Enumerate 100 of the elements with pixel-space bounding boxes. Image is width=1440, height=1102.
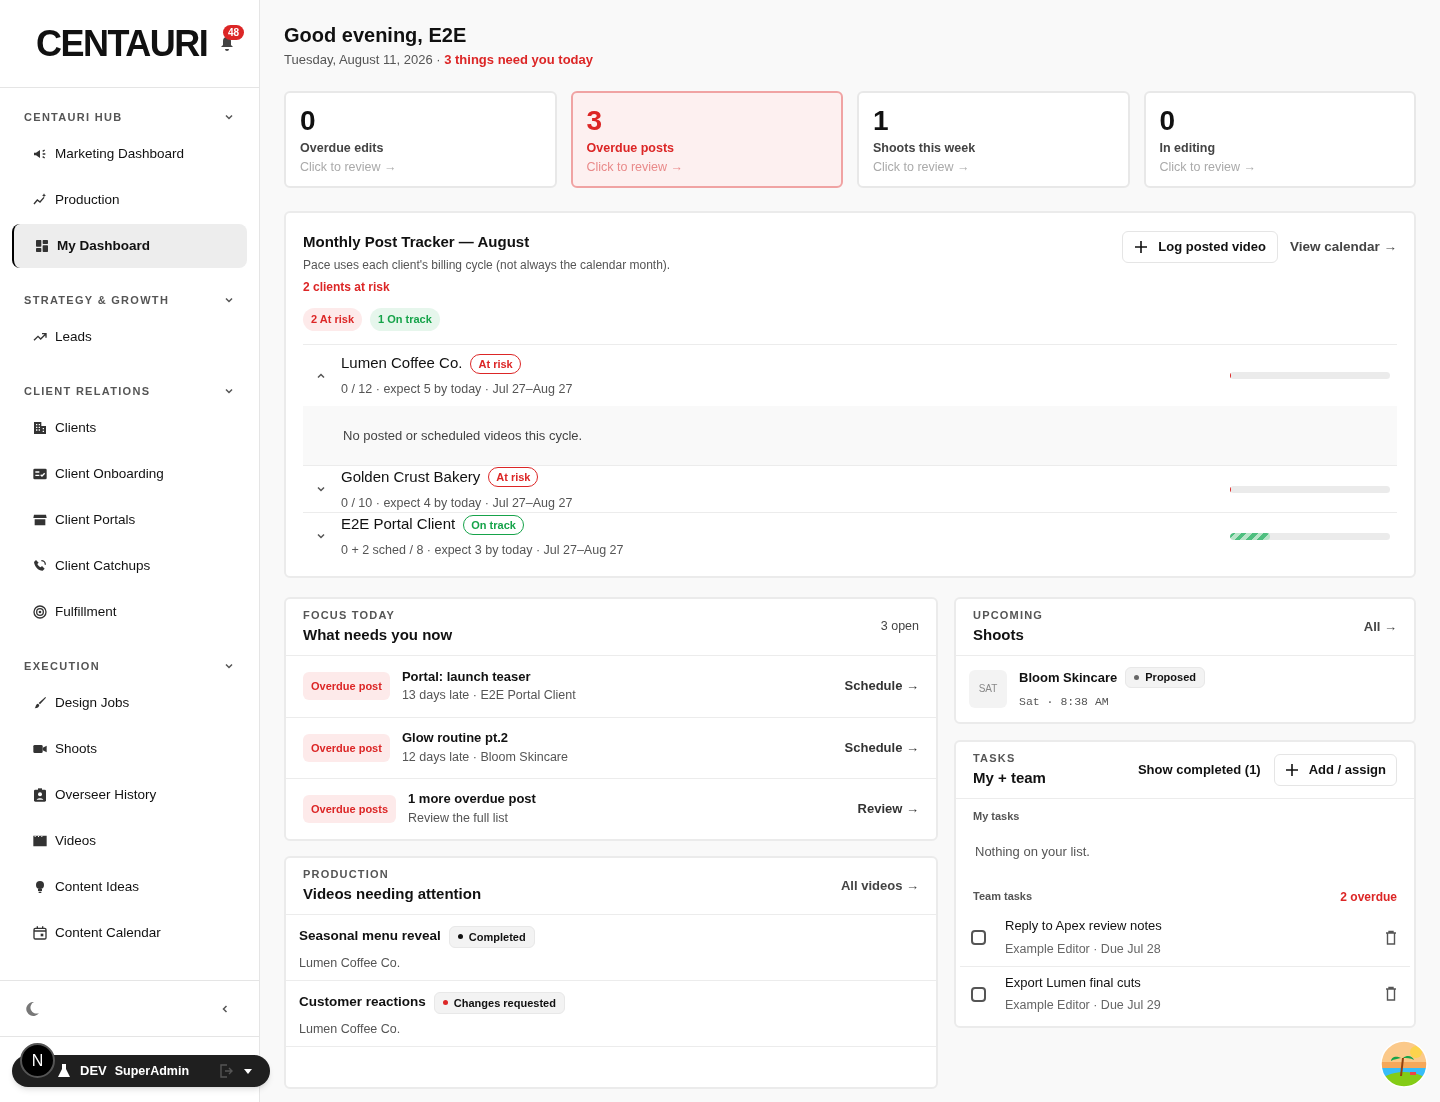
focus-title[interactable]: 1 more overdue post — [408, 789, 858, 809]
stat-card[interactable]: 1 Shoots this week Click to review → — [857, 90, 1130, 188]
stat-card[interactable]: 0 In editing Click to review → — [1143, 90, 1416, 188]
task-checkbox[interactable] — [971, 986, 986, 1002]
nav-item[interactable]: Content Ideas — [12, 865, 247, 909]
video-client: Lumen Coffee Co. — [299, 1020, 402, 1038]
nav-item[interactable]: Videos — [12, 819, 247, 863]
overdue-tag: Overdue post — [303, 672, 390, 700]
overdue-tag: Overdue post — [303, 733, 390, 762]
moon-icon[interactable] — [24, 1000, 40, 1017]
nav-item[interactable]: Overseer History — [12, 773, 247, 817]
trash-icon[interactable] — [1383, 986, 1399, 1002]
nav-item[interactable]: Fulfillment — [12, 590, 247, 634]
clapperboard-icon — [32, 833, 48, 849]
checklist-icon — [32, 466, 48, 482]
stat-value: 0 — [300, 104, 317, 137]
stat-label: Overdue posts — [586, 139, 676, 157]
building-icon — [32, 420, 48, 436]
shoot-client[interactable]: Bloom Skincare — [1019, 667, 1118, 688]
video-title[interactable]: Customer reactions — [299, 992, 426, 1013]
nav-item[interactable]: Production — [12, 178, 247, 222]
nav-item[interactable]: Content Calendar — [12, 911, 247, 955]
stat-card[interactable]: 3 Overdue posts Click to review → — [570, 90, 843, 188]
empty-note: No posted or scheduled videos this cycle. — [343, 426, 583, 445]
nav-item[interactable]: Marketing Dashboard — [12, 132, 247, 176]
focus-title[interactable]: Glow routine pt.2 — [401, 728, 845, 748]
stat-label: Overdue edits — [300, 139, 385, 157]
role-label: SuperAdmin — [114, 1062, 190, 1080]
add-assign-button[interactable]: Add / assign — [1273, 753, 1397, 786]
summary-chip[interactable]: 2 At risk — [303, 308, 362, 331]
logo[interactable]: CENTAURI — [36, 25, 208, 62]
card-eyebrow: PRODUCTION — [303, 867, 390, 882]
stat-hint: Click to review → — [300, 159, 398, 177]
date-text: Tuesday, August 11, 2026 · — [284, 52, 442, 67]
stat-label: In editing — [1159, 139, 1217, 157]
client-name[interactable]: Lumen Coffee Co. — [341, 352, 463, 375]
action-link[interactable]: Schedule → — [844, 676, 919, 696]
overdue-count: 2 overdue — [1340, 888, 1397, 906]
nav-item[interactable]: Client Onboarding — [12, 452, 247, 496]
section-heading: CENTAURI HUB — [24, 109, 123, 125]
task-meta: Example Editor · Due Jul 29 — [1005, 997, 1162, 1015]
risk-summary: 2 clients at risk — [303, 279, 391, 296]
action-link[interactable]: Schedule → — [844, 737, 919, 758]
shoot-time: Sat · 8:38 AM — [1019, 693, 1110, 710]
dashboard-icon — [34, 238, 50, 254]
stat-card[interactable]: 0 Overdue edits Click to review → — [284, 90, 557, 188]
storefront-icon — [32, 512, 48, 528]
nav-item[interactable]: My Dashboard — [12, 224, 247, 268]
alert-text: 3 things need you today — [444, 52, 593, 67]
day-tile: SAT — [969, 669, 1007, 708]
show-completed-link[interactable]: Show completed (1) — [1137, 759, 1261, 780]
plus-icon — [1284, 762, 1299, 777]
plus-icon — [1134, 239, 1149, 254]
card-eyebrow: FOCUS TODAY — [303, 608, 397, 623]
log-video-button[interactable]: Log posted video — [1122, 230, 1278, 263]
task-title[interactable]: Reply to Apex review notes — [1005, 916, 1383, 936]
greeting: Good evening, E2E — [284, 23, 468, 48]
overdue-tag: Overdue posts — [303, 794, 397, 823]
bell-icon[interactable] — [219, 35, 235, 52]
nav-item[interactable]: Leads — [12, 315, 247, 359]
section-heading: EXECUTION — [24, 658, 100, 674]
task-title[interactable]: Export Lumen final cuts — [1005, 972, 1383, 993]
card-title: Monthly Post Tracker — August — [303, 231, 531, 252]
all-videos-link[interactable]: All videos → — [840, 875, 919, 896]
section-heading: STRATEGY & GROWTH — [24, 292, 170, 308]
task-checkbox[interactable] — [971, 930, 986, 945]
stat-value: 1 — [873, 104, 890, 137]
card-eyebrow: UPCOMING — [973, 608, 1044, 623]
card-title: What needs you now — [303, 624, 453, 645]
env-label: DEV — [80, 1062, 107, 1081]
nav-item[interactable]: Client Catchups — [12, 544, 247, 588]
focus-subtitle: 13 days late · E2E Portal Client — [401, 687, 577, 705]
stat-hint: Click to review → — [873, 159, 971, 177]
focus-subtitle: 12 days late · Bloom Skincare — [401, 748, 569, 766]
nav-item[interactable]: Clients — [12, 406, 247, 450]
stat-value: 0 — [1159, 104, 1177, 137]
flask-icon — [56, 1063, 72, 1079]
status-pill: Completed — [448, 925, 535, 948]
video-title[interactable]: Seasonal menu reveal — [299, 926, 441, 947]
view-calendar-link[interactable]: View calendar → — [1289, 230, 1397, 263]
focus-subtitle: Review the full list — [408, 809, 510, 827]
nav-item[interactable]: Design Jobs — [12, 681, 247, 725]
focus-title[interactable]: Portal: launch teaser — [401, 666, 845, 687]
video-client: Lumen Coffee Co. — [299, 954, 402, 972]
action-link[interactable]: Review → — [857, 798, 919, 819]
nav-item[interactable]: Client Portals — [12, 498, 247, 542]
card-eyebrow: TASKS — [973, 751, 1017, 766]
trash-icon[interactable] — [1383, 929, 1399, 946]
phone-icon — [32, 558, 48, 574]
all-shoots-link[interactable]: All → — [1363, 616, 1397, 637]
empty-note: Nothing on your list. — [974, 843, 1091, 861]
section-heading: CLIENT RELATIONS — [24, 383, 151, 399]
client-name[interactable]: E2E Portal Client — [341, 513, 456, 536]
task-meta: Example Editor · Due Jul 28 — [1005, 940, 1162, 958]
client-name[interactable]: Golden Crust Bakery — [341, 466, 481, 489]
stat-label: Shoots this week — [873, 139, 977, 157]
client-details: 0 + 2 sched / 8 · expect 3 by today · Jul 27–Aug 27 — [341, 541, 625, 559]
badge-icon — [32, 787, 48, 803]
nav-item[interactable]: Shoots — [12, 727, 247, 771]
client-details: 0 / 10 · expect 4 by today · Jul 27–Aug 27 — [341, 494, 574, 512]
